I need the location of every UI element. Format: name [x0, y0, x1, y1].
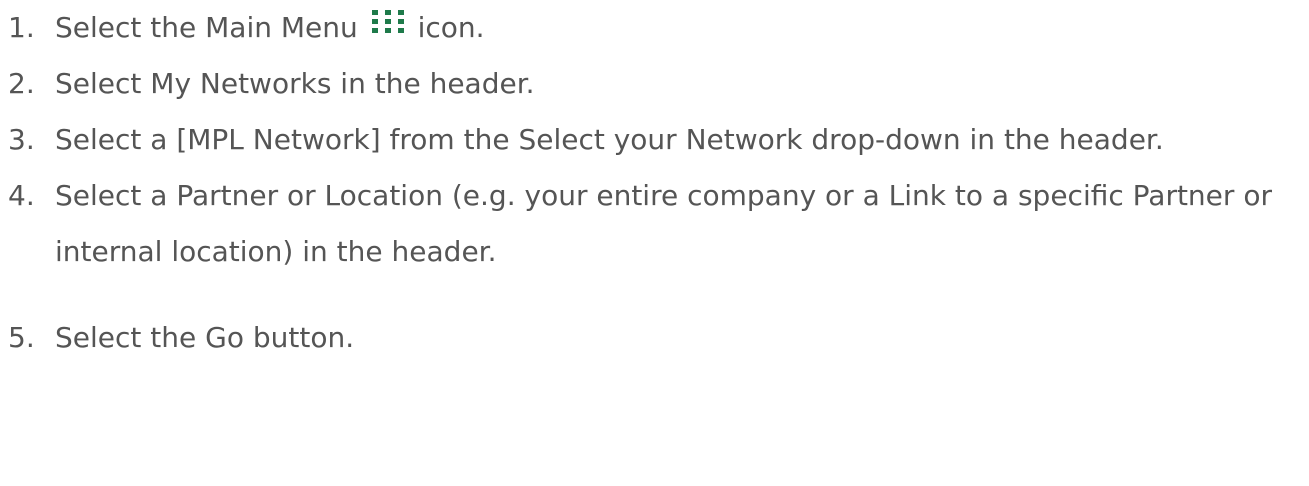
step-text: Select the Main Menu	[55, 11, 358, 44]
step-number: 1.	[8, 11, 35, 44]
step-number: 2.	[8, 67, 35, 100]
step-number: 5.	[8, 321, 35, 354]
step-text: Select the Go button.	[55, 321, 355, 354]
step-text: Select a [MPL Network] from the Select y…	[55, 123, 1164, 156]
instruction-steps: 1. Select the Main Menu icon. 2. Select …	[8, 0, 1306, 366]
grid-menu-icon	[371, 9, 405, 35]
step-number: 4.	[8, 179, 35, 212]
step-item: 4. Select a Partner or Location (e.g. yo…	[8, 168, 1306, 280]
step-text-after-icon: icon.	[417, 11, 485, 44]
step-item: 5. Select the Go button.	[8, 310, 1306, 366]
step-item: 2. Select My Networks in the header.	[8, 56, 1306, 112]
step-item: 1. Select the Main Menu icon.	[8, 0, 1306, 56]
step-text: Select My Networks in the header.	[55, 67, 535, 100]
step-text: Select a Partner or Location (e.g. your …	[55, 179, 1272, 268]
step-number: 3.	[8, 123, 35, 156]
step-item: 3. Select a [MPL Network] from the Selec…	[8, 112, 1306, 168]
